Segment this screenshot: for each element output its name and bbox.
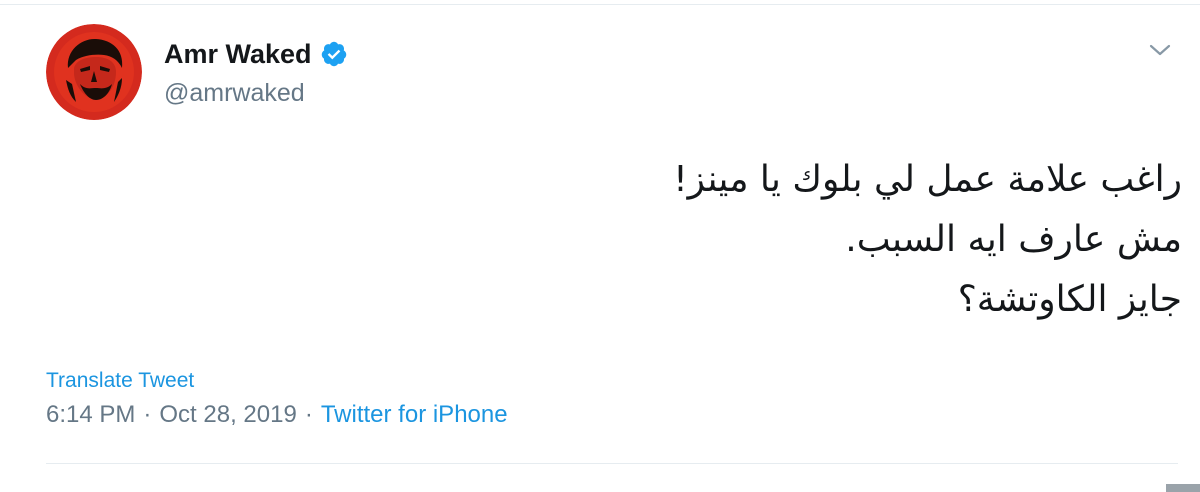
chevron-down-icon[interactable] <box>1148 40 1172 60</box>
meta-separator: · <box>143 401 152 428</box>
tweet-text: راغب علامة عمل لي بلوك يا مينز! مش عارف … <box>282 150 1182 330</box>
bottom-divider <box>46 463 1178 464</box>
verified-badge-icon <box>321 41 346 67</box>
avatar-image <box>46 24 142 120</box>
translate-tweet-link[interactable]: Translate Tweet <box>46 368 194 394</box>
tweet-card: Amr Waked @amrwaked راغب علامة عمل لي بل… <box>0 0 1200 492</box>
corner-mark <box>1166 484 1200 492</box>
tweet-time[interactable]: 6:14 PM <box>46 400 135 430</box>
meta-separator: · <box>304 401 313 428</box>
avatar[interactable] <box>46 24 142 120</box>
tweet-source-link[interactable]: Twitter for iPhone <box>321 400 508 430</box>
display-name[interactable]: Amr Waked <box>164 38 312 70</box>
tweet-line: راغب علامة عمل لي بلوك يا مينز! <box>673 159 1182 200</box>
top-divider <box>0 4 1200 5</box>
tweet-line: مش عارف ايه السبب. <box>845 219 1182 260</box>
tweet-line: جايز الكاوتشة؟ <box>957 279 1182 320</box>
tweet-date[interactable]: Oct 28, 2019 <box>159 400 296 430</box>
user-handle[interactable]: @amrwaked <box>164 78 305 108</box>
display-name-row: Amr Waked <box>164 38 348 70</box>
tweet-metadata: 6:14 PM · Oct 28, 2019 · Twitter for iPh… <box>46 400 508 430</box>
